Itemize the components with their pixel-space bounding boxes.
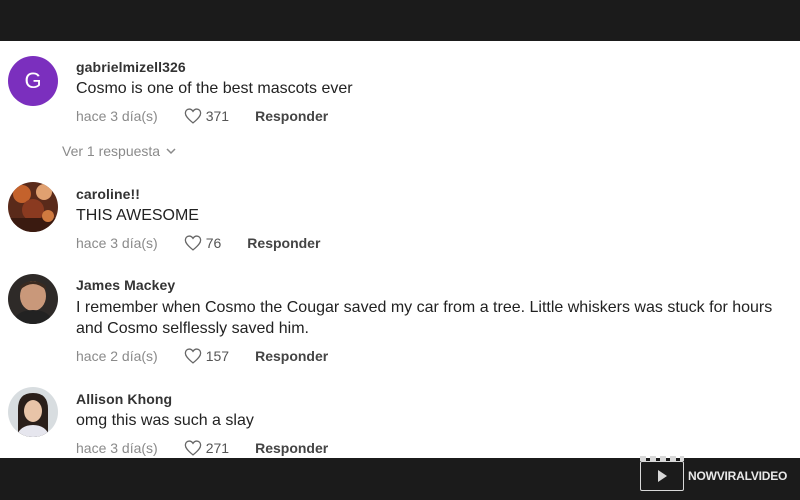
avatar[interactable] xyxy=(8,182,58,232)
like-count: 76 xyxy=(205,235,222,251)
view-replies-label: Ver 1 respuesta xyxy=(62,143,161,159)
comment-timestamp: hace 2 día(s) xyxy=(76,348,158,364)
like-button[interactable]: 371 xyxy=(184,108,229,124)
comment-meta: hace 2 día(s) 157 Responder xyxy=(76,346,328,366)
clapperboard-icon xyxy=(640,456,684,491)
comment-username[interactable]: James Mackey xyxy=(76,277,175,293)
reply-button[interactable]: Responder xyxy=(255,440,328,456)
comment-text: THIS AWESOME xyxy=(76,207,199,224)
heart-icon xyxy=(184,235,202,251)
comment-meta: hace 3 día(s) 271 Responder xyxy=(76,438,328,458)
heart-icon xyxy=(184,440,202,456)
comment-meta: hace 3 día(s) 371 Responder xyxy=(76,106,328,126)
chevron-down-icon xyxy=(166,148,176,155)
avatar-photo xyxy=(8,182,58,232)
comments-panel: G gabrielmizell326 Cosmo is one of the b… xyxy=(0,41,800,458)
view-replies-link[interactable]: Ver 1 respuesta xyxy=(62,143,176,159)
like-button[interactable]: 76 xyxy=(184,235,222,251)
comment-timestamp: hace 3 día(s) xyxy=(76,440,158,456)
like-button[interactable]: 271 xyxy=(184,440,229,456)
like-count: 157 xyxy=(205,348,230,364)
heart-icon xyxy=(184,348,202,364)
top-letterbox-bar xyxy=(0,0,800,41)
comment-text: omg this was such a slay xyxy=(76,412,254,429)
like-count: 271 xyxy=(205,440,230,456)
logo-text: NOWVIRALVIDEO xyxy=(688,469,788,483)
reply-button[interactable]: Responder xyxy=(255,108,328,124)
avatar[interactable] xyxy=(8,274,58,324)
avatar[interactable] xyxy=(8,387,58,437)
comment-timestamp: hace 3 día(s) xyxy=(76,235,158,251)
nowviralvideo-logo: NOWVIRALVIDEO xyxy=(640,456,788,491)
comment-username[interactable]: caroline!! xyxy=(76,186,140,202)
like-count: 371 xyxy=(205,108,230,124)
reply-button[interactable]: Responder xyxy=(255,348,328,364)
like-button[interactable]: 157 xyxy=(184,348,229,364)
comment-username[interactable]: gabrielmizell326 xyxy=(76,59,186,75)
comment-meta: hace 3 día(s) 76 Responder xyxy=(76,233,320,253)
comment-text: I remember when Cosmo the Cougar saved m… xyxy=(76,299,773,337)
comment-username[interactable]: Allison Khong xyxy=(76,391,172,407)
reply-button[interactable]: Responder xyxy=(247,235,320,251)
avatar-photo xyxy=(8,387,58,437)
comment-timestamp: hace 3 día(s) xyxy=(76,108,158,124)
comment-text: Cosmo is one of the best mascots ever xyxy=(76,80,353,97)
avatar-letter: G xyxy=(24,68,42,93)
heart-icon xyxy=(184,108,202,124)
avatar-photo xyxy=(8,274,58,324)
avatar[interactable]: G xyxy=(8,56,58,106)
play-icon xyxy=(658,470,667,482)
